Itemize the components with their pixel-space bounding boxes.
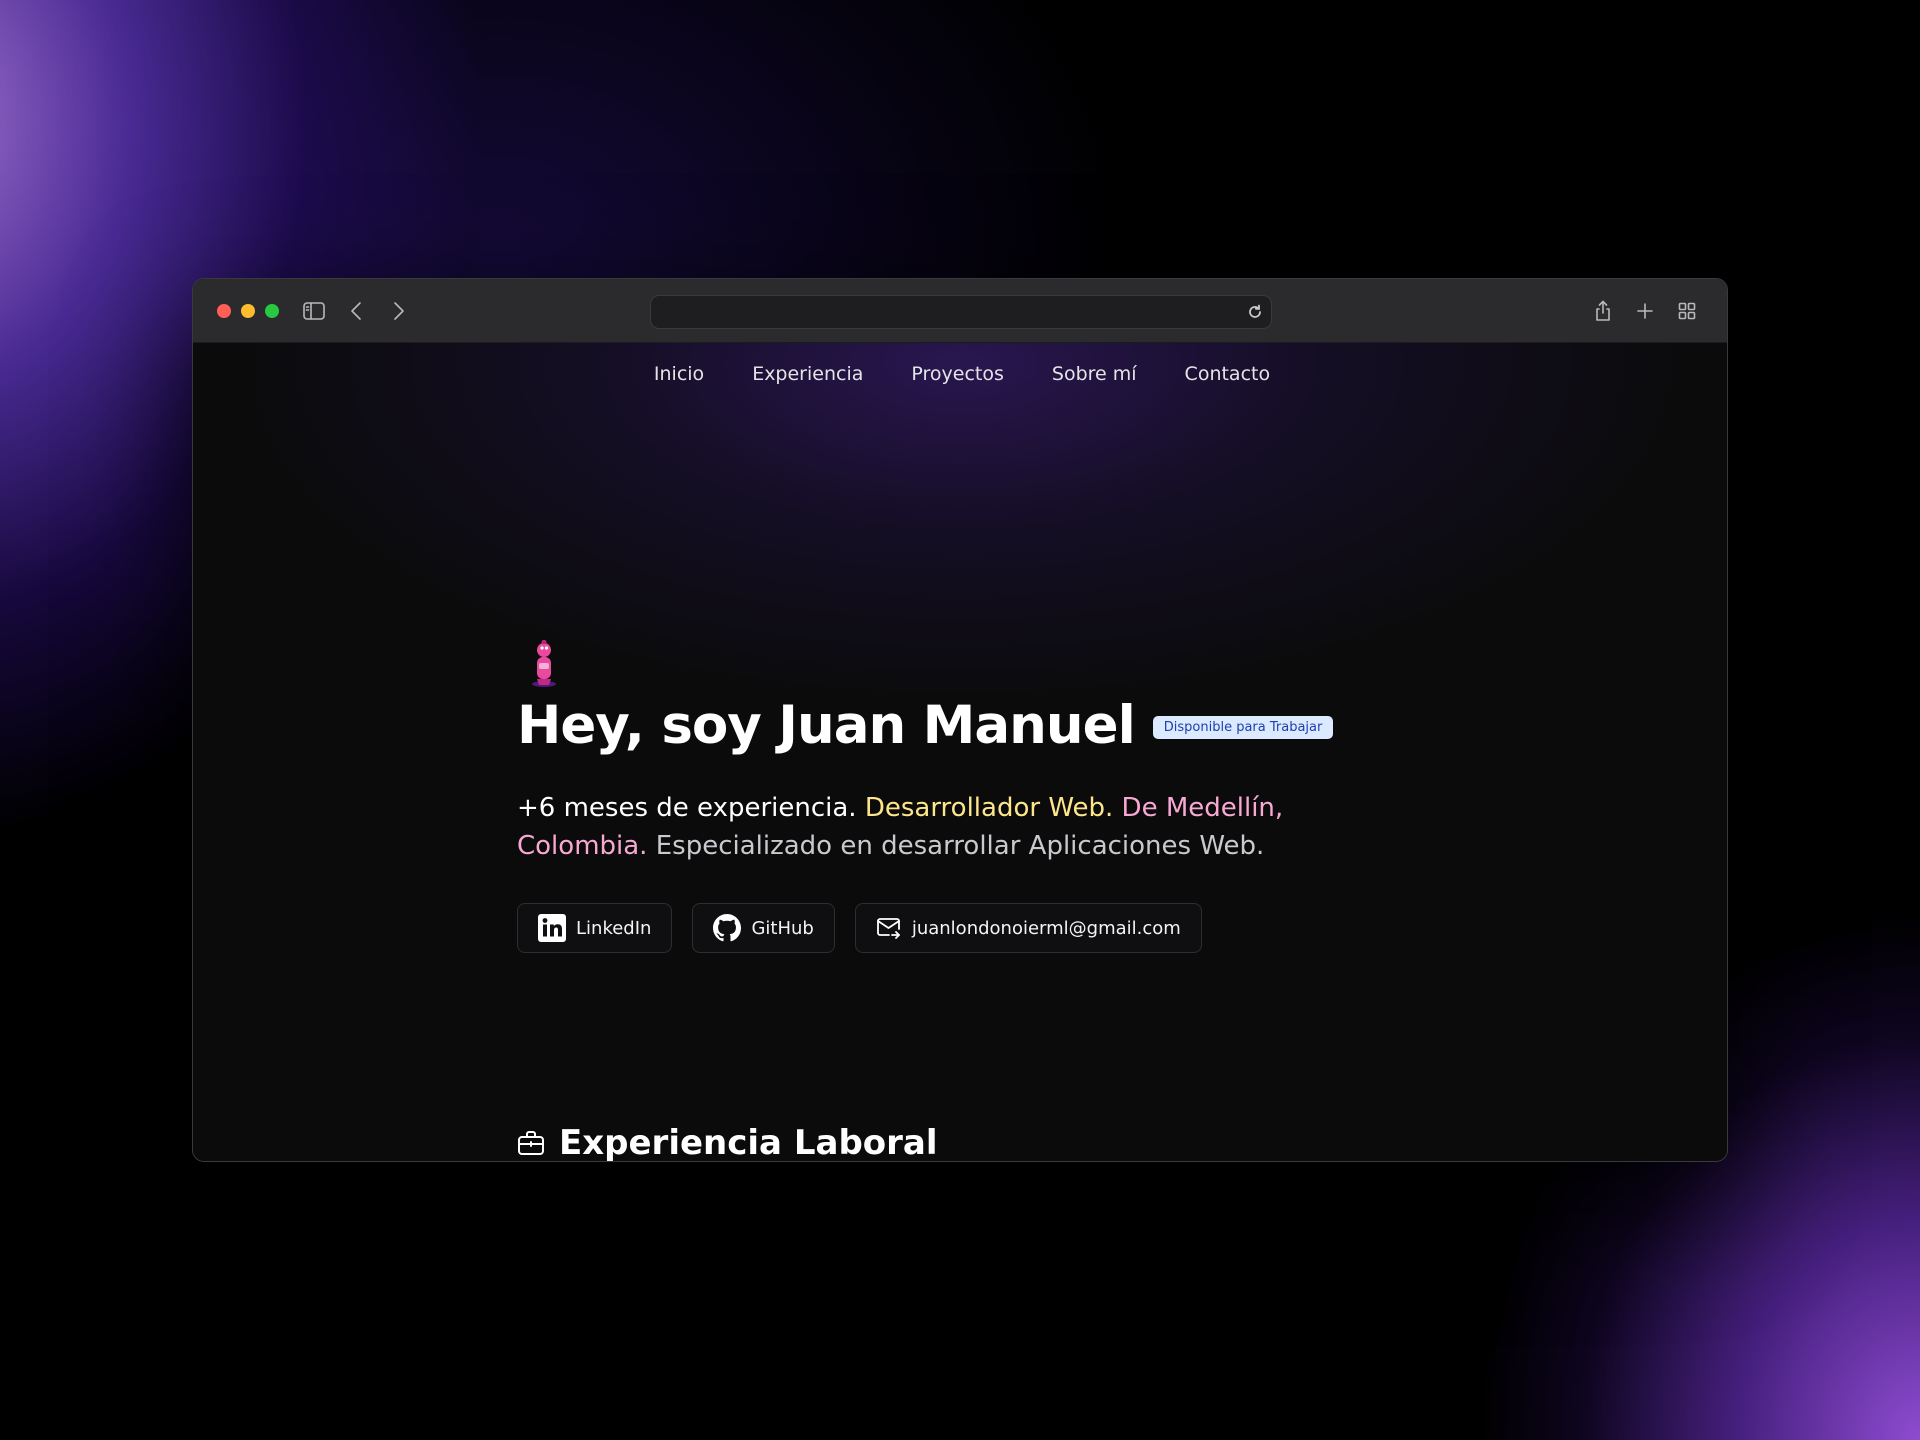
hero-description: +6 meses de experiencia. Desarrollador W… [517,789,1337,865]
briefcase-icon [518,1131,544,1155]
maximize-window-button[interactable] [265,304,279,318]
role-text: Desarrollador Web. [864,793,1114,823]
close-window-button[interactable] [217,304,231,318]
mail-icon [876,918,900,939]
forward-icon[interactable] [385,297,413,325]
social-links: LinkedIn GitHub juanlondonoierml@gmail.c… [517,903,1202,953]
email-label: juanlondonoierml@gmail.com [911,917,1181,939]
specialty-text: Especializado en desarrollar Aplicacione… [655,831,1265,861]
github-button[interactable]: GitHub [692,903,835,953]
minimize-window-button[interactable] [241,304,255,318]
linkedin-button[interactable]: LinkedIn [517,903,673,953]
address-bar[interactable] [650,295,1272,329]
github-icon [713,914,742,942]
sidebar-icon[interactable] [300,297,328,325]
status-badge: Disponible para Trabajar [1152,716,1334,739]
address-input[interactable] [651,296,1271,328]
experience-section-header: Experiencia Laboral [517,1123,938,1161]
nav-item-proyectos[interactable]: Proyectos [911,363,1004,385]
browser-toolbar [193,279,1727,343]
tab-overview-icon[interactable] [1673,297,1701,325]
nav-item-experiencia[interactable]: Experiencia [752,363,863,385]
section-title: Experiencia Laboral [559,1123,938,1161]
github-label: GitHub [751,917,814,939]
new-tab-icon[interactable] [1631,297,1659,325]
back-icon[interactable] [342,297,370,325]
avatar [532,640,556,687]
nav-item-sobre-mi[interactable]: Sobre mí [1052,363,1137,385]
page-content: Inicio Experiencia Proyectos Sobre mí Co… [193,343,1727,1161]
nav-item-contacto[interactable]: Contacto [1185,363,1271,385]
share-icon[interactable] [1589,297,1617,325]
experience-text: +6 meses de experiencia. [517,793,857,823]
browser-window: Inicio Experiencia Proyectos Sobre mí Co… [192,278,1728,1162]
hero-title-row: Hey, soy Juan Manuel Disponible para Tra… [517,695,1334,756]
linkedin-icon [538,914,566,942]
nav-item-inicio[interactable]: Inicio [654,363,704,385]
main-nav: Inicio Experiencia Proyectos Sobre mí Co… [193,363,1727,385]
email-button[interactable]: juanlondonoierml@gmail.com [854,903,1202,953]
linkedin-label: LinkedIn [576,917,652,939]
reload-icon[interactable] [1247,304,1263,320]
page-title: Hey, soy Juan Manuel [517,695,1136,756]
